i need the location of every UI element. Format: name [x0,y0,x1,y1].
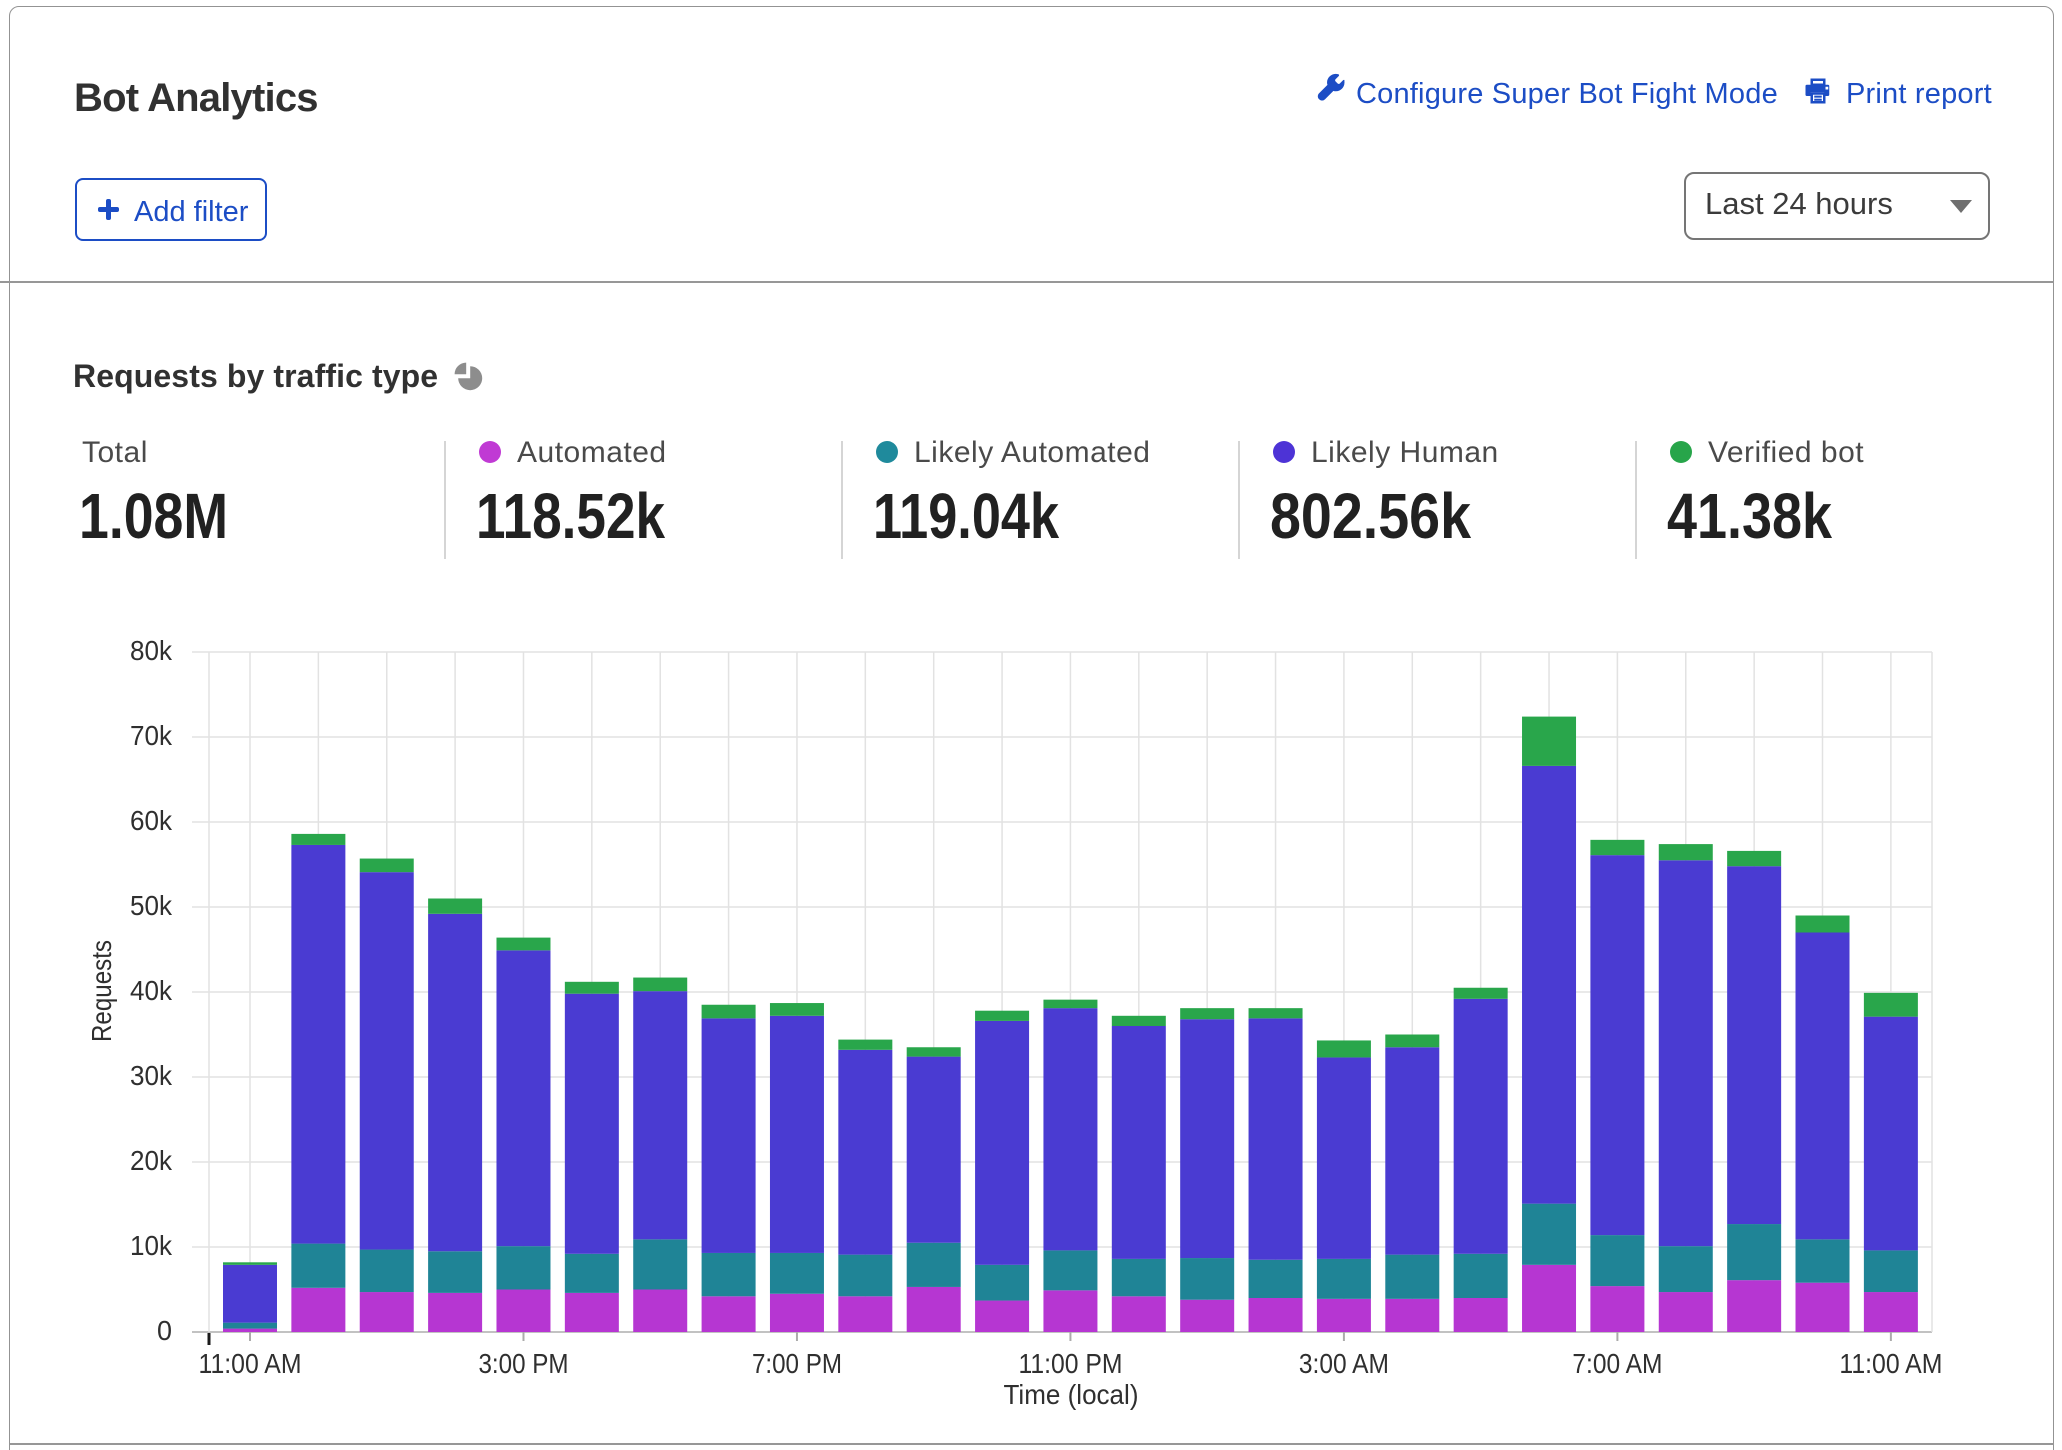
svg-text:50k: 50k [130,890,173,921]
svg-text:11:00 AM: 11:00 AM [199,1348,302,1379]
svg-text:3:00 AM: 3:00 AM [1299,1348,1389,1379]
svg-text:0: 0 [157,1315,172,1346]
svg-text:80k: 80k [130,635,173,666]
svg-text:70k: 70k [130,720,173,751]
svg-text:41.38k: 41.38k [1667,480,1832,552]
svg-text:20k: 20k [130,1145,173,1176]
svg-text:10k: 10k [130,1230,173,1261]
svg-text:60k: 60k [130,805,173,836]
svg-text:30k: 30k [130,1060,173,1091]
svg-text:7:00 PM: 7:00 PM [752,1348,842,1379]
svg-text:119.04k: 119.04k [873,480,1059,552]
svg-text:7:00 AM: 7:00 AM [1572,1348,1662,1379]
svg-text:802.56k: 802.56k [1270,480,1471,552]
svg-text:40k: 40k [130,975,173,1006]
svg-text:Time (local): Time (local) [1004,1379,1139,1410]
svg-text:118.52k: 118.52k [476,480,665,552]
svg-text:11:00 AM: 11:00 AM [1839,1348,1942,1379]
svg-text:1.08M: 1.08M [79,480,228,552]
svg-text:11:00 PM: 11:00 PM [1018,1348,1122,1379]
svg-text:Requests: Requests [86,940,117,1042]
svg-text:3:00 PM: 3:00 PM [478,1348,568,1379]
